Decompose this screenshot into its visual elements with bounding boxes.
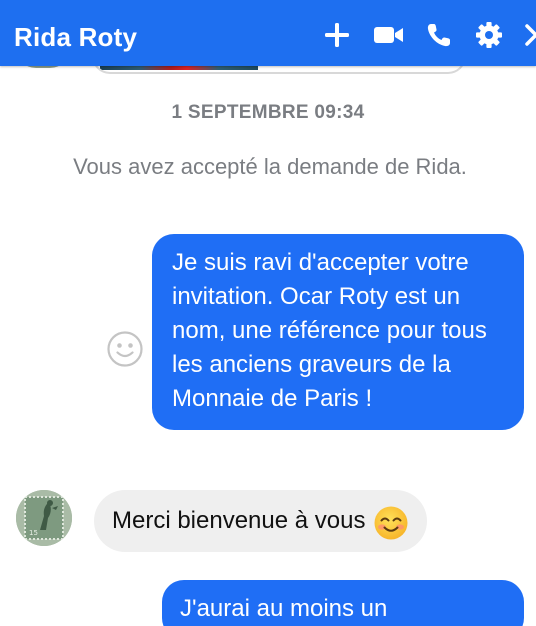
close-icon[interactable] (524, 20, 536, 50)
video-camera-icon[interactable] (372, 20, 406, 50)
message-thread[interactable]: 1 SEPTEMBRE 09:34 Vous avez accepté la d… (0, 66, 536, 626)
incoming-message-bubble[interactable]: Merci bienvenue à vous (94, 490, 428, 552)
gear-icon[interactable] (474, 20, 504, 50)
previous-image-thumbnail[interactable] (100, 66, 258, 70)
phone-icon[interactable] (424, 20, 454, 50)
system-message: Vous avez accepté la demande de Rida. (73, 154, 467, 179)
previous-sender-avatar (16, 66, 70, 68)
outgoing-message-bubble[interactable]: Je suis ravi d'accepter votre invitation… (152, 234, 524, 430)
reaction-smiley-icon[interactable] (106, 330, 144, 368)
chat-title[interactable]: Rida Roty (14, 22, 137, 53)
contact-avatar[interactable]: 15 (16, 490, 72, 546)
smiling-face-emoji-icon (373, 503, 409, 540)
outgoing-message-bubble[interactable]: J'aurai au moins un (162, 580, 524, 626)
svg-text:15: 15 (29, 529, 38, 537)
chat-header: Rida Roty (0, 0, 536, 66)
incoming-message-text: Merci bienvenue à vous (112, 507, 366, 534)
plus-icon[interactable] (322, 20, 352, 50)
previous-image-attachment[interactable] (92, 66, 466, 74)
timestamp-divider: 1 SEPTEMBRE 09:34 (171, 102, 365, 123)
